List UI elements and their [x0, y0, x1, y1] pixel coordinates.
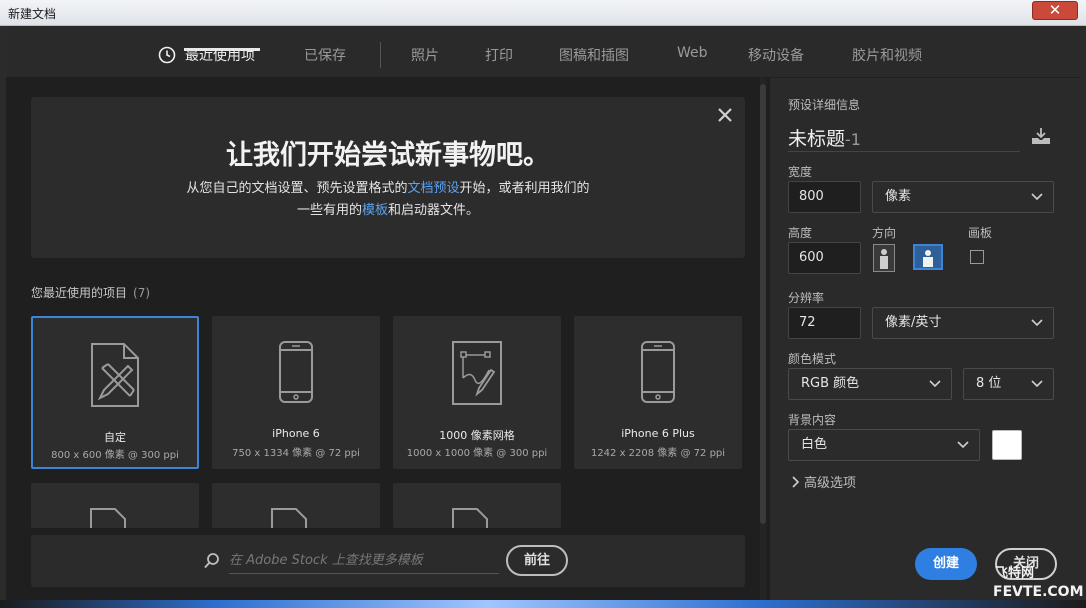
document-icon	[452, 508, 488, 528]
recent-items-count: (7)	[133, 286, 151, 300]
advanced-options-label: 高级选项	[804, 476, 857, 491]
document-name: 未标题	[788, 128, 846, 150]
recent-items-heading: 您最近使用的项目 (7)	[31, 284, 150, 301]
orientation-landscape-button[interactable]	[913, 244, 943, 270]
chevron-right-icon	[792, 476, 800, 488]
stock-search-input[interactable]	[229, 548, 499, 574]
preset-card-iphone6[interactable]: iPhone 6 750 x 1334 像素 @ 72 ppi	[212, 316, 380, 469]
preset-card-name: iPhone 6 Plus	[621, 427, 695, 440]
tab-photo[interactable]: 照片	[411, 45, 439, 65]
document-presets-link[interactable]: 文档预设	[407, 181, 459, 196]
preset-card-1000px-grid[interactable]: 1000 像素网格 1000 x 1000 像素 @ 300 ppi	[393, 316, 561, 469]
search-icon	[204, 553, 219, 569]
background-select[interactable]: 白色	[788, 429, 980, 461]
preset-card-meta: 800 x 600 像素 @ 300 ppi	[51, 450, 179, 461]
recent-items-title: 您最近使用的项目	[31, 286, 128, 300]
bit-depth-select[interactable]: 8 位	[963, 368, 1054, 400]
tab-film-video[interactable]: 胶片和视频	[852, 45, 922, 65]
create-button[interactable]: 创建	[915, 548, 977, 580]
height-input[interactable]: 600	[788, 242, 861, 274]
resolution-unit-select[interactable]: 像素/英寸	[872, 307, 1054, 339]
document-icon	[90, 508, 126, 528]
width-unit-select[interactable]: 像素	[872, 181, 1054, 213]
chevron-down-icon	[1031, 380, 1043, 388]
height-label: 高度	[788, 226, 813, 240]
document-name-field[interactable]: 未标题-1	[788, 124, 1020, 152]
window-close-button[interactable]: ✕	[1032, 1, 1078, 20]
preset-card-name: 1000 像素网格	[439, 429, 515, 442]
templates-link[interactable]: 模板	[362, 203, 388, 218]
preset-card-meta: 1000 x 1000 像素 @ 300 ppi	[406, 448, 548, 459]
artboard-checkbox[interactable]	[970, 250, 984, 264]
resolution-label: 分辨率	[788, 291, 825, 305]
preset-card-partial[interactable]	[212, 483, 380, 528]
background-label: 背景内容	[788, 413, 837, 427]
document-icon	[271, 508, 307, 528]
preset-card-name: iPhone 6	[272, 427, 320, 440]
welcome-text-part: 开始，或者利用我们的	[459, 181, 590, 196]
welcome-text: 从您自己的文档设置、预先设置格式的文档预设开始，或者利用我们的 一些有用的模板和…	[31, 178, 745, 222]
window-title-bar: 新建文档 ✕	[0, 0, 1086, 26]
resolution-unit-value: 像素/英寸	[885, 315, 942, 330]
background-value: 白色	[801, 437, 828, 452]
preset-card-partial[interactable]	[393, 483, 561, 528]
chevron-down-icon	[1031, 319, 1043, 327]
color-mode-value: RGB 颜色	[801, 376, 860, 391]
welcome-text-part: 从您自己的文档设置、预先设置格式的	[186, 181, 408, 196]
chevron-down-icon	[957, 441, 969, 449]
preset-card-iphone6-plus[interactable]: iPhone 6 Plus 1242 x 2208 像素 @ 72 ppi	[574, 316, 742, 469]
preset-card-meta: 750 x 1334 像素 @ 72 ppi	[232, 448, 360, 459]
watermark-text: 飞特网	[995, 566, 1035, 581]
tab-print[interactable]: 打印	[485, 45, 513, 65]
preset-card-partial[interactable]	[31, 483, 199, 528]
tab-web[interactable]: Web	[677, 45, 708, 61]
bit-depth-value: 8 位	[976, 376, 1002, 391]
preset-details-panel	[770, 78, 1080, 602]
artboard-label: 画板	[968, 226, 993, 240]
document-name-suffix: -1	[845, 130, 861, 149]
resolution-input[interactable]: 72	[788, 307, 861, 339]
portrait-icon	[880, 249, 888, 269]
welcome-banner: 让我们开始尝试新事物吧。 从您自己的文档设置、预先设置格式的文档预设开始，或者利…	[31, 97, 745, 258]
close-banner-icon[interactable]	[716, 106, 734, 124]
taskbar-strip	[0, 600, 1086, 608]
go-button[interactable]: 前往	[506, 545, 568, 576]
landscape-icon	[923, 250, 933, 267]
width-unit-value: 像素	[885, 189, 912, 204]
active-tab-indicator	[184, 48, 260, 51]
color-mode-select[interactable]: RGB 颜色	[788, 368, 952, 400]
tab-saved[interactable]: 已保存	[304, 45, 346, 65]
color-mode-label: 颜色模式	[788, 352, 837, 366]
width-input[interactable]: 800	[788, 181, 861, 213]
presets-scroll-thumb[interactable]	[760, 84, 766, 524]
preset-card-meta: 1242 x 2208 像素 @ 72 ppi	[590, 448, 726, 459]
tab-art-illustration[interactable]: 图稿和插图	[559, 45, 629, 65]
advanced-options-toggle[interactable]: 高级选项	[792, 472, 856, 491]
chevron-down-icon	[929, 380, 941, 388]
save-preset-icon[interactable]	[1030, 127, 1052, 145]
custom-document-icon	[91, 343, 139, 407]
chevron-down-icon	[1031, 193, 1043, 201]
phone-icon	[279, 341, 313, 403]
window-title: 新建文档	[8, 7, 57, 21]
welcome-text-part: 一些有用的	[296, 203, 362, 218]
welcome-text-part: 和启动器文件。	[388, 203, 480, 218]
preset-card-custom[interactable]: 自定 800 x 600 像素 @ 300 ppi	[31, 316, 199, 469]
orientation-portrait-button[interactable]	[873, 244, 895, 272]
welcome-title: 让我们开始尝试新事物吧。	[226, 140, 550, 171]
tab-mobile[interactable]: 移动设备	[748, 45, 804, 65]
width-label: 宽度	[788, 165, 813, 179]
orientation-label: 方向	[872, 226, 897, 240]
tab-divider	[380, 42, 381, 68]
background-color-swatch[interactable]	[992, 430, 1022, 460]
clock-icon	[158, 46, 176, 64]
phone-icon	[641, 341, 675, 403]
watermark-url: FEVTE.COM	[993, 584, 1084, 600]
preset-details-title: 预设详细信息	[788, 98, 861, 112]
preset-card-name: 自定	[104, 431, 126, 444]
grid-document-icon	[452, 341, 502, 405]
